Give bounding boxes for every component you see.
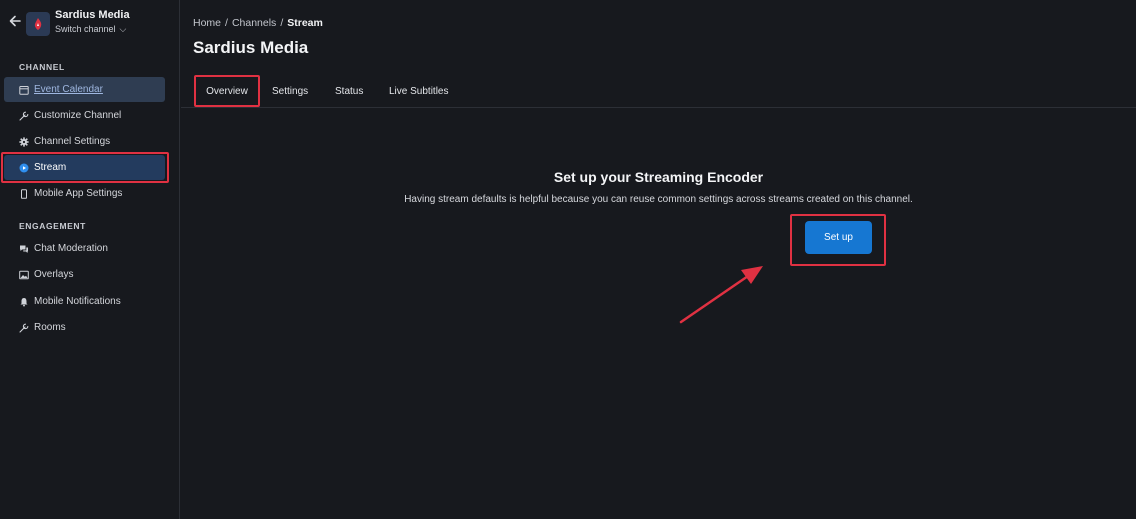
chat-icon: [18, 243, 29, 254]
tab-overview[interactable]: Overview: [194, 75, 260, 107]
breadcrumb-home[interactable]: Home: [193, 17, 221, 29]
channel-logo: [26, 12, 50, 36]
sidebar-item-channel-settings[interactable]: Channel Settings: [4, 129, 165, 154]
calendar-icon: [18, 84, 29, 95]
main-content: Home / Channels / Stream Sardius Media Overv…: [181, 0, 1136, 519]
mobile-icon: [18, 188, 29, 199]
image-icon: [18, 269, 29, 280]
sidebar-item-label: Channel Settings: [34, 136, 111, 147]
tab-bar: Overview Settings Status Live Subtitles: [181, 75, 1136, 108]
empty-state-title: Set up your Streaming Encoder: [553, 169, 764, 185]
sidebar-item-customize-channel[interactable]: Customize Channel: [4, 103, 165, 128]
tab-settings[interactable]: Settings: [272, 75, 308, 107]
gear-icon: [18, 136, 29, 147]
section-label-engagement: ENGAGEMENT: [19, 221, 86, 231]
sidebar-item-mobile-app-settings[interactable]: Mobile App Settings: [4, 181, 165, 206]
sidebar-item-label: Customize Channel: [34, 110, 122, 121]
breadcrumb-separator: /: [280, 17, 284, 29]
sidebar-item-rooms[interactable]: Rooms: [4, 315, 165, 340]
wrench-icon: [18, 110, 29, 121]
annotation-arrow-icon: [679, 266, 763, 324]
bell-icon: [18, 296, 29, 307]
breadcrumb-channels[interactable]: Channels: [232, 17, 276, 29]
back-arrow-icon[interactable]: [8, 14, 22, 30]
sidebar-item-event-calendar[interactable]: Event Calendar: [4, 77, 165, 102]
section-label-channel: CHANNEL: [19, 62, 65, 72]
sidebar-item-label: Overlays: [34, 269, 74, 280]
empty-state-description: Having stream defaults is helpful becaus…: [404, 194, 913, 205]
breadcrumb-separator: /: [225, 17, 228, 29]
sidebar-item-label: Event Calendar: [34, 84, 103, 95]
breadcrumb-current: Stream: [287, 17, 323, 29]
sidebar-item-overlays[interactable]: Overlays: [4, 262, 165, 287]
switch-channel-label: Switch channel: [55, 24, 116, 34]
sidebar-item-label: Rooms: [34, 322, 66, 333]
page-title: Sardius Media: [193, 38, 309, 57]
sidebar-item-label: Mobile App Settings: [34, 188, 123, 199]
channel-name: Sardius Media: [55, 9, 130, 21]
stream-highlight-box: [1, 152, 169, 183]
switch-channel-button[interactable]: Switch channel ⌵: [55, 24, 126, 35]
sidebar-item-label: Chat Moderation: [34, 243, 108, 254]
chevron-down-icon: ⌵: [119, 24, 127, 34]
setup-button[interactable]: Set up: [805, 221, 872, 254]
channel-header: Sardius Media Switch channel ⌵: [0, 0, 180, 46]
tab-live-subtitles[interactable]: Live Subtitles: [389, 75, 448, 107]
sidebar-item-chat-moderation[interactable]: Chat Moderation: [4, 236, 165, 261]
sidebar-item-label: Mobile Notifications: [34, 296, 121, 307]
sidebar: Sardius Media Switch channel ⌵ CHANNEL Ev…: [0, 0, 180, 519]
wrench-icon: [18, 322, 29, 333]
breadcrumb: Home / Channels / Stream: [193, 17, 323, 29]
sidebar-item-mobile-notifications[interactable]: Mobile Notifications: [4, 289, 165, 314]
tab-status[interactable]: Status: [335, 75, 363, 107]
